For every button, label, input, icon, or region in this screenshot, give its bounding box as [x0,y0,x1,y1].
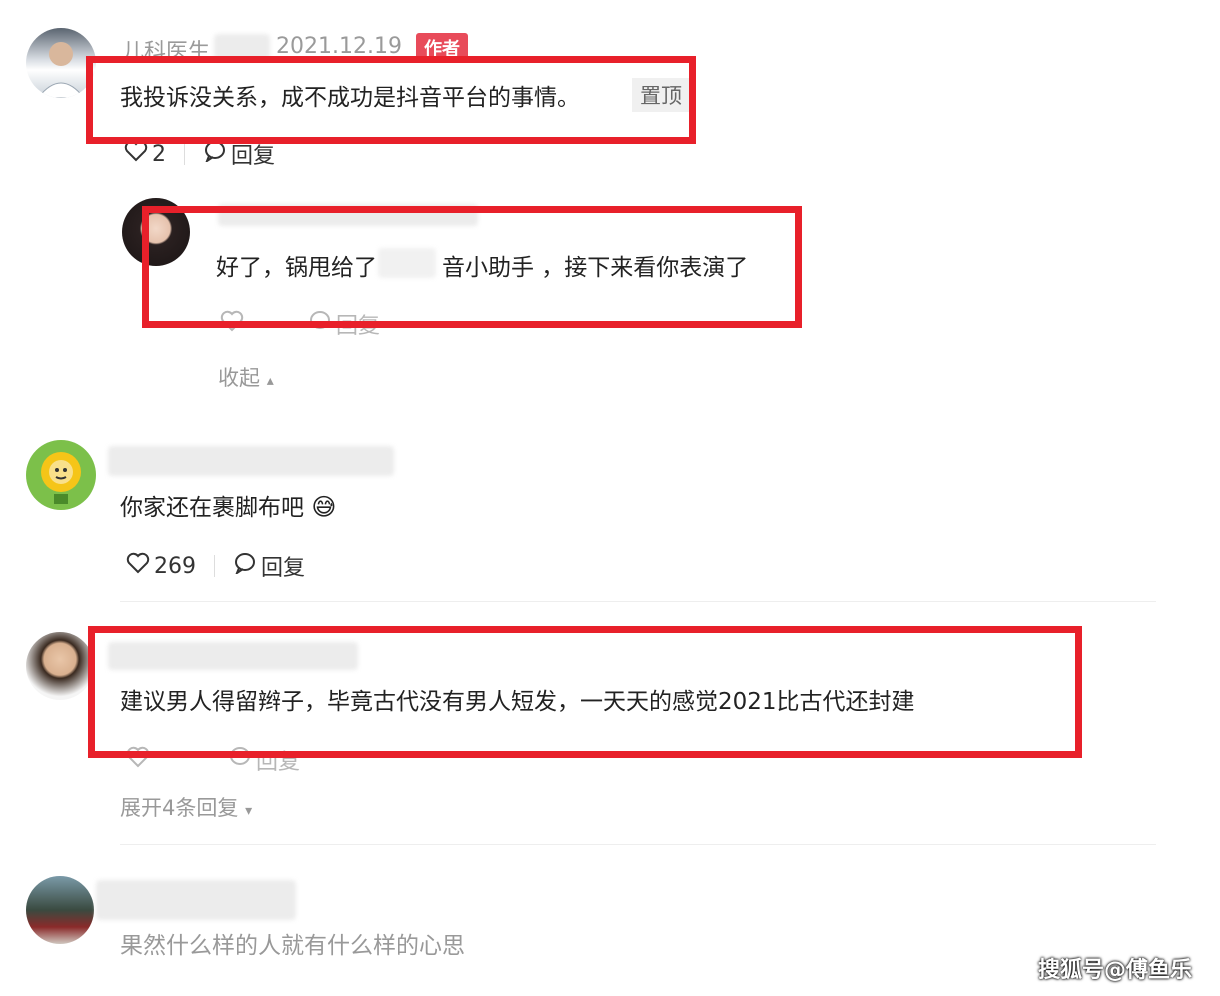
sweat-smile-emoji: 😅 [311,493,337,521]
watermark: 搜狐号@傅鱼乐 [1037,958,1192,983]
comment-divider [120,844,1156,845]
like-count: 2 [152,141,166,167]
reply-button[interactable]: 回复 [233,550,305,582]
highlight-box [88,626,1082,758]
comment-divider [120,601,1156,602]
expand-label: 展开4条回复 [120,796,239,820]
collapse-replies-button[interactable]: 收起 ▴ [218,362,274,392]
blurred-name [96,880,296,920]
comment-bubble-icon [233,552,257,580]
avatar[interactable] [26,876,94,944]
avatar[interactable] [26,440,96,510]
heart-icon [124,140,148,168]
avatar[interactable] [26,632,94,700]
heart-icon [126,552,150,580]
expand-replies-button[interactable]: 展开4条回复 ▾ [120,792,252,822]
reply-label: 回复 [261,556,306,581]
comment-text: 果然什么样的人就有什么样的心思 [120,933,465,959]
highlight-box [142,206,802,328]
collapse-label: 收起 [218,366,260,390]
comment-actions: 269 回复 [126,550,305,582]
action-separator [184,143,185,165]
comment-text: 你家还在裹脚布吧 😅 [120,488,336,522]
like-count: 269 [154,553,196,579]
comment-text-content: 你家还在裹脚布吧 [120,495,304,521]
sunflower-avatar-icon [41,452,81,504]
like-button[interactable]: 2 [124,140,166,168]
highlight-box [86,56,696,144]
chevron-down-icon: ▾ [245,803,253,819]
like-button[interactable]: 269 [126,552,196,580]
chevron-up-icon: ▴ [266,373,274,389]
blurred-name [108,446,394,476]
comment-bubble-icon [203,140,227,168]
action-separator [214,555,215,577]
